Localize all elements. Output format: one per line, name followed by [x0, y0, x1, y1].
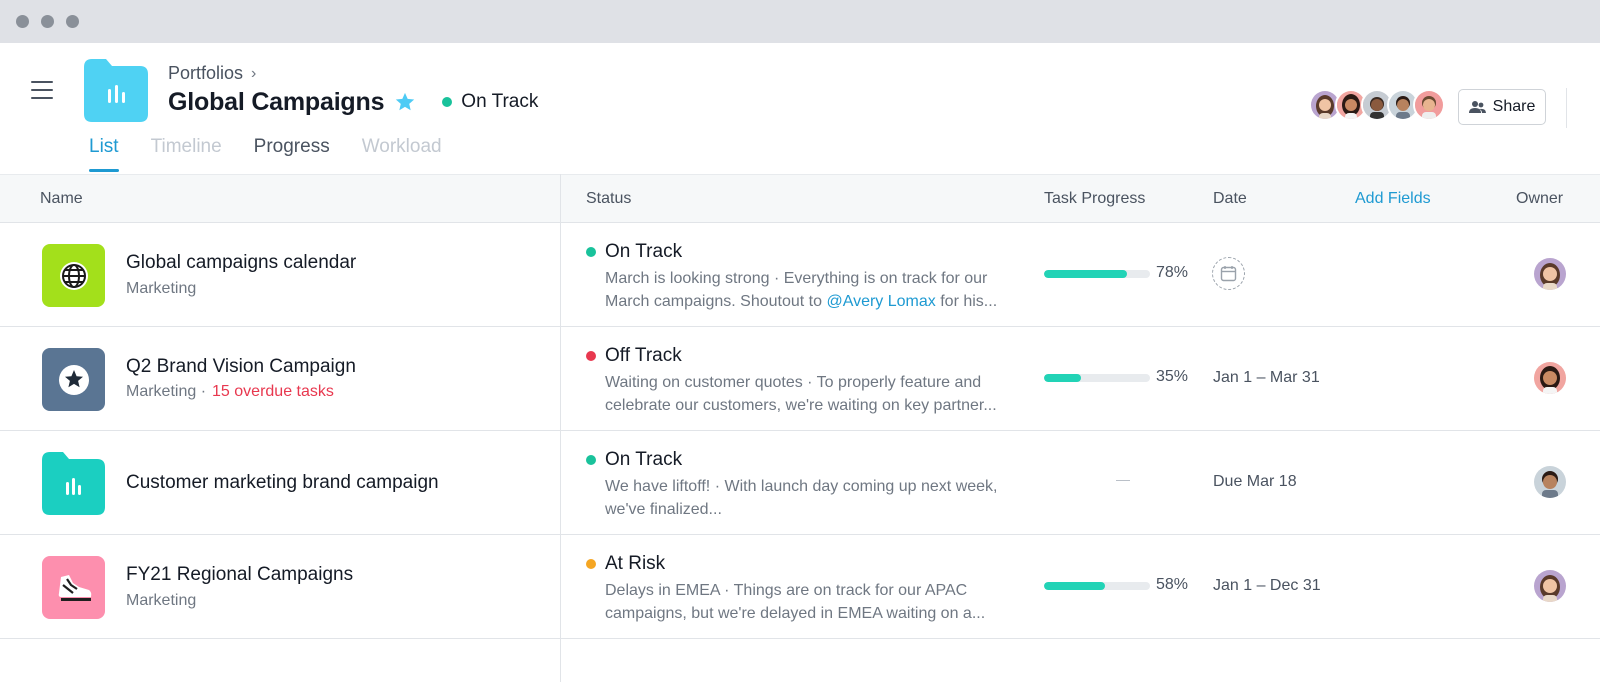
share-button[interactable]: Share — [1458, 89, 1546, 125]
table-row[interactable]: Q2 Brand Vision Campaign Marketing · 15 … — [0, 327, 1600, 431]
status-update-text: We have liftoff! · With launch day comin… — [605, 475, 1025, 521]
status-dot-icon — [586, 351, 596, 361]
header-divider — [1566, 88, 1567, 128]
window-maximize-button[interactable] — [66, 15, 79, 28]
status-dot-icon — [586, 247, 596, 257]
progress-bar — [1044, 582, 1150, 590]
project-icon — [42, 452, 105, 515]
progress-fill — [1044, 582, 1106, 590]
status-label: On Track — [605, 449, 683, 470]
project-meta: Marketing — [126, 592, 196, 610]
project-team: Marketing — [126, 592, 197, 609]
sneaker-icon — [58, 574, 91, 601]
status-update-text: Waiting on customer quotes · To properly… — [605, 371, 1025, 417]
tab-progress[interactable]: Progress — [254, 136, 330, 172]
project-name[interactable]: Global campaigns calendar — [126, 252, 356, 274]
progress-percent: 35% — [1156, 368, 1189, 385]
project-icon — [42, 244, 105, 307]
star-icon[interactable] — [394, 91, 416, 113]
project-team: Marketing · — [126, 383, 207, 400]
project-name[interactable]: FY21 Regional Campaigns — [126, 564, 353, 586]
tab-timeline[interactable]: Timeline — [151, 136, 222, 172]
project-name[interactable]: Q2 Brand Vision Campaign — [126, 356, 356, 378]
column-header-date[interactable]: Date — [1213, 190, 1247, 208]
project-icon — [42, 348, 105, 411]
progress-bar — [1044, 374, 1150, 382]
date-range[interactable]: Jan 1 – Dec 31 — [1213, 577, 1321, 595]
column-header-name[interactable]: Name — [40, 190, 83, 208]
table-row[interactable]: Global campaigns calendar Marketing On T… — [0, 223, 1600, 327]
status-update-text: Delays in EMEA · Things are on track for… — [605, 579, 1025, 625]
column-header-status[interactable]: Status — [586, 190, 631, 208]
progress-percent: 78% — [1156, 264, 1189, 281]
table-row[interactable]: Customer marketing brand campaign On Tra… — [0, 431, 1600, 535]
portfolio-status-label: On Track — [461, 91, 539, 112]
progress-bar — [1044, 270, 1150, 278]
status-label: On Track — [605, 241, 683, 262]
owner-avatar[interactable] — [1534, 362, 1566, 394]
globe-icon — [59, 261, 88, 290]
project-meta: Marketing — [126, 280, 196, 298]
set-date-button[interactable] — [1212, 257, 1245, 290]
date-range[interactable]: Jan 1 – Mar 31 — [1213, 369, 1320, 387]
status-update-title[interactable]: On Track — [586, 241, 682, 263]
owner-avatar[interactable] — [1534, 570, 1566, 602]
window-close-button[interactable] — [16, 15, 29, 28]
status-text: Waiting on customer quotes · To properly… — [605, 374, 997, 414]
status-text-end: for his... — [935, 293, 998, 310]
status-dot-icon — [442, 97, 453, 107]
status-update-title[interactable]: At Risk — [586, 553, 665, 575]
due-date[interactable]: Due Mar 18 — [1213, 473, 1297, 491]
window-minimize-button[interactable] — [41, 15, 54, 28]
project-meta: Marketing · 15 overdue tasks — [126, 383, 334, 401]
breadcrumb-portfolios-link[interactable]: Portfolios — [168, 63, 243, 84]
view-tabs: List Timeline Progress Workload — [89, 136, 474, 172]
avatar[interactable] — [1413, 89, 1445, 121]
table-header: Name Status Task Progress Date Add Field… — [0, 174, 1600, 223]
portfolio-folder-icon — [84, 59, 148, 122]
window-titlebar — [0, 0, 1600, 43]
owner-avatar[interactable] — [1534, 258, 1566, 290]
overdue-tasks-link[interactable]: 15 overdue tasks — [212, 383, 334, 401]
column-header-task-progress[interactable]: Task Progress — [1044, 190, 1145, 208]
status-label: At Risk — [605, 553, 666, 574]
project-team: Marketing — [126, 280, 197, 297]
status-dot-icon — [586, 559, 596, 569]
status-update-title[interactable]: Off Track — [586, 345, 682, 367]
chevron-right-icon: › — [251, 64, 257, 82]
progress-fill — [1044, 374, 1082, 382]
breadcrumb: Portfolios › — [168, 63, 256, 84]
owner-avatar[interactable] — [1534, 466, 1566, 498]
table-row[interactable]: FY21 Regional Campaigns Marketing At Ris… — [0, 535, 1600, 639]
page-title[interactable]: Global Campaigns — [168, 88, 384, 117]
tab-list[interactable]: List — [89, 136, 119, 172]
folder-chart-icon — [42, 452, 105, 515]
member-avatars[interactable] — [1309, 89, 1445, 121]
status-text: We have liftoff! · With launch day comin… — [605, 478, 998, 518]
status-dot-icon — [586, 455, 596, 465]
no-progress: — — [1116, 471, 1130, 487]
progress-fill — [1044, 270, 1127, 278]
status-label: Off Track — [605, 345, 682, 366]
menu-icon[interactable] — [31, 81, 53, 99]
status-update-text: March is looking strong · Everything is … — [605, 267, 1025, 313]
tab-workload[interactable]: Workload — [362, 136, 442, 172]
progress-percent: 58% — [1156, 576, 1189, 593]
project-name[interactable]: Customer marketing brand campaign — [126, 472, 439, 494]
column-header-owner[interactable]: Owner — [1516, 190, 1563, 208]
people-icon — [1468, 101, 1486, 113]
portfolio-status[interactable]: On Track — [442, 91, 538, 113]
calendar-icon — [1220, 266, 1237, 282]
add-fields-button[interactable]: Add Fields — [1355, 190, 1431, 208]
share-button-label: Share — [1492, 98, 1536, 115]
star-icon — [58, 364, 89, 395]
project-icon — [42, 556, 105, 619]
user-mention-link[interactable]: @Avery Lomax — [826, 293, 935, 310]
status-text: Delays in EMEA · Things are on track for… — [605, 582, 986, 622]
status-update-title[interactable]: On Track — [586, 449, 682, 471]
